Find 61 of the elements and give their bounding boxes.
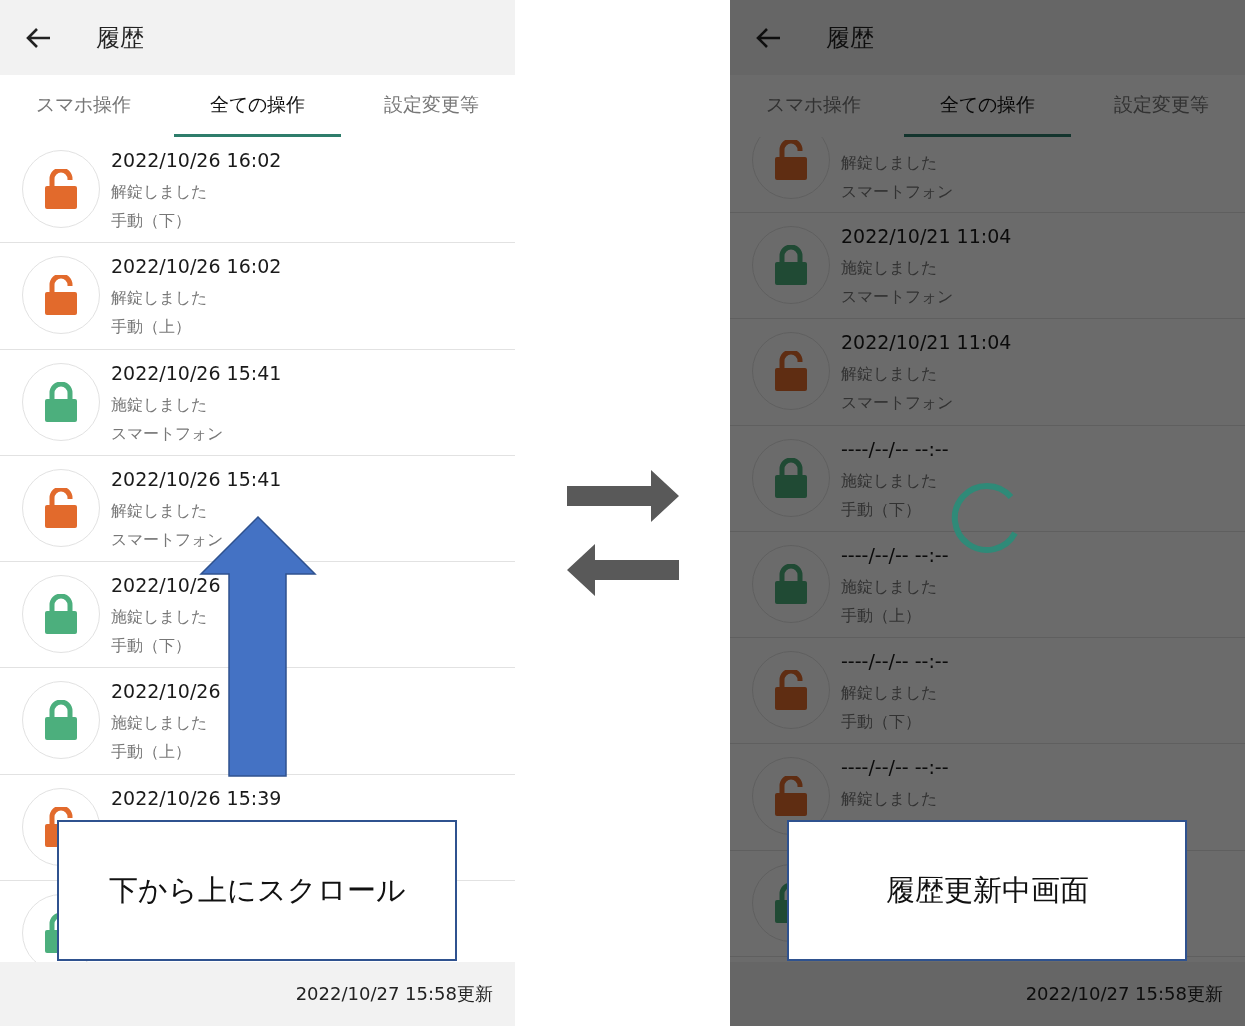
left-arrow-icon [566, 544, 679, 596]
closed-padlock-icon [775, 563, 807, 604]
event-source: スマートフォン [111, 528, 224, 551]
closed-padlock-icon [775, 245, 807, 285]
event-action: 解錠しました [841, 682, 938, 705]
event-datetime: 2022/10/21 11:04 [841, 225, 1012, 249]
screen-title: 履歴 [96, 22, 144, 54]
event-action: 解錠しました [841, 788, 938, 811]
closed-padlock-icon [45, 381, 77, 422]
event-datetime: ----/--/-- --:-- [841, 650, 949, 675]
event-datetime: 2022/10/26 [111, 574, 221, 599]
right-arrow-icon [566, 470, 679, 522]
event-action: 解錠しました [111, 181, 208, 203]
open-padlock-icon [775, 776, 807, 817]
event-source: 手動（下） [841, 711, 922, 734]
closed-padlock-icon [45, 700, 77, 741]
event-datetime: 2022/10/26 16:02 [111, 255, 282, 280]
screen-title: 履歴 [826, 22, 874, 54]
open-padlock-icon [45, 169, 77, 209]
event-source: 手動（下） [841, 498, 922, 521]
event-datetime: 2022/10/26 16:02 [111, 149, 282, 173]
open-padlock-icon [775, 351, 807, 392]
history-row[interactable]: ----/--/-- --:-- 解錠しました 手動（下） [730, 638, 1245, 745]
event-action: 施錠しました [111, 712, 208, 735]
history-row[interactable]: 2022/10/26 15:41 施錠しました スマートフォン [0, 349, 515, 456]
event-datetime: 2022/10/26 15:41 [111, 467, 282, 492]
event-source: 手動（下） [111, 635, 192, 658]
open-padlock-icon [775, 140, 807, 180]
event-datetime: 2022/10/26 [111, 680, 221, 705]
event-action: 解錠しました [841, 152, 938, 174]
event-action: 施錠しました [841, 575, 938, 598]
caption-text: 下から上にスクロール [108, 871, 406, 909]
closed-padlock-icon [45, 594, 77, 635]
event-action: 解錠しました [111, 287, 208, 310]
event-source: スマートフォン [111, 422, 224, 445]
event-source: 手動（下） [111, 210, 192, 232]
event-source: 手動（上） [111, 741, 192, 764]
back-arrow-icon[interactable] [26, 26, 52, 49]
open-padlock-icon [45, 275, 77, 316]
event-datetime: 2022/10/21 11:04 [841, 331, 1012, 356]
event-datetime: ----/--/-- --:-- [841, 756, 949, 781]
open-padlock-icon [45, 487, 77, 528]
event-action: 施錠しました [111, 606, 208, 629]
closed-padlock-icon [775, 457, 807, 498]
caption-text: 履歴更新中画面 [885, 871, 1089, 909]
event-action: 施錠しました [841, 257, 938, 279]
history-row[interactable]: 2022/10/26 16:02 解錠しました 手動（下） [0, 137, 515, 244]
event-datetime: 2022/10/26 15:39 [111, 786, 282, 811]
event-action: 施錠しました [841, 469, 938, 492]
history-row[interactable]: ----/--/-- --:-- 施錠しました 手動（下） [730, 425, 1245, 532]
event-action: 施錠しました [111, 393, 208, 416]
last-updated-text: 2022/10/27 15:58更新 [295, 982, 493, 1006]
open-padlock-icon [775, 670, 807, 711]
event-source: 手動（上） [111, 316, 192, 339]
history-row[interactable]: 2022/10/26 16:02 解錠しました 手動（上） [0, 243, 515, 350]
event-datetime: 2022/10/26 15:41 [111, 361, 282, 386]
event-action: 解錠しました [111, 499, 208, 522]
event-action: 解錠しました [841, 363, 938, 386]
event-datetime: ----/--/-- --:-- [841, 437, 949, 462]
last-updated-text: 2022/10/27 15:58更新 [1025, 982, 1223, 1006]
event-datetime: ----/--/-- --:-- [841, 543, 949, 568]
